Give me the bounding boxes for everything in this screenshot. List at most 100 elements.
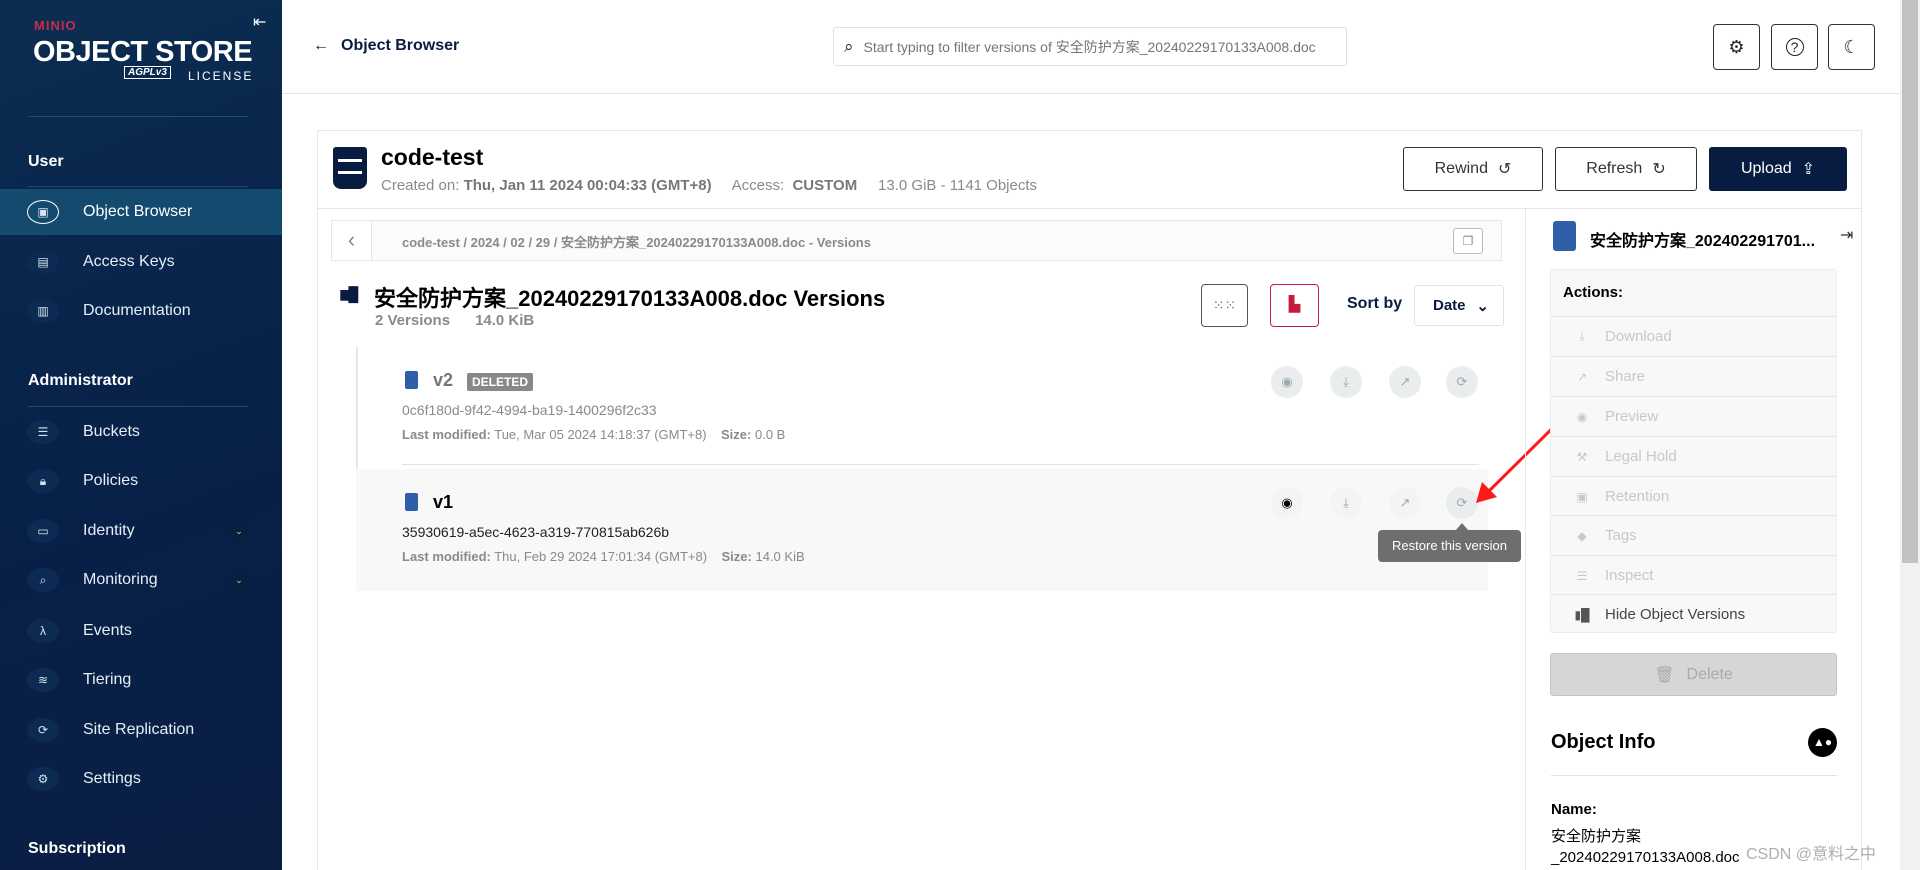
sidebar-item-tiering[interactable]: ≋ Tiering <box>0 657 282 703</box>
share-icon: ↗ <box>1576 369 1588 384</box>
version-id: 0c6f180d-9f42-4994-ba19-1400296f2c33 <box>402 402 657 418</box>
action-inspect[interactable]: ☰ Inspect <box>1551 555 1836 595</box>
object-info-title: Object Info <box>1551 731 1656 753</box>
created-value: Thu, Jan 11 2024 00:04:33 (GMT+8) <box>463 177 712 194</box>
restore-version-button[interactable]: ⟳ <box>1446 487 1478 519</box>
share-icon: ↗ <box>1399 495 1411 510</box>
sidebar-item-label: Tiering <box>83 671 132 688</box>
sidebar-item-label: Monitoring <box>83 571 158 588</box>
versions-title: 安全防护方案_20240229170133A008.doc Versions <box>374 286 886 311</box>
search-input[interactable] <box>863 38 1346 55</box>
sidebar-item-access-keys[interactable]: ▤ Access Keys <box>0 239 282 285</box>
action-tags[interactable]: ◆ Tags <box>1551 515 1836 555</box>
panel-file-name: 安全防护方案_202402291701... <box>1590 233 1816 250</box>
close-panel-icon[interactable]: ⇥ <box>1840 225 1853 245</box>
bucket-usage: 13.0 GiB - 1141 Objects <box>878 177 1038 194</box>
inspect-icon: ☰ <box>1576 568 1588 583</box>
divider <box>317 208 1862 209</box>
sidebar-item-settings[interactable]: ⚙ Settings <box>0 756 282 802</box>
preview-version-button[interactable]: ◉ <box>1271 366 1303 398</box>
monitoring-icon: ⌕ <box>27 568 59 592</box>
copy-path-icon[interactable]: ❐ <box>1453 228 1483 254</box>
action-label: Retention <box>1605 488 1670 505</box>
dark-mode-button[interactable]: ☾ <box>1828 24 1875 70</box>
identity-icon: ▭ <box>27 519 59 543</box>
sidebar-item-policies[interactable]: 🔒︎ Policies <box>0 458 282 504</box>
scrollbar-track[interactable] <box>1900 0 1920 870</box>
back-label: Object Browser <box>341 37 460 54</box>
sidebar-item-label: Site Replication <box>83 721 195 738</box>
upload-button[interactable]: Upload ⇪ <box>1709 147 1847 191</box>
sidebar-item-documentation[interactable]: ▥ Documentation <box>0 288 282 334</box>
help-button[interactable]: ? <box>1771 24 1818 70</box>
sidebar-item-label: Events <box>83 622 132 639</box>
action-retention[interactable]: ▣ Retention <box>1551 476 1836 516</box>
version-name: v2 <box>433 370 454 390</box>
file-doc-icon <box>1553 221 1576 251</box>
action-preview[interactable]: ◉ Preview <box>1551 396 1836 436</box>
download-version-button[interactable]: ⤓ <box>1330 487 1362 519</box>
select-multiple-button[interactable]: ⁙⁙ <box>1201 284 1248 327</box>
sidebar-item-object-browser[interactable]: ▣ Object Browser <box>0 189 282 235</box>
delete-button[interactable]: 🗑︎ Delete <box>1550 653 1837 696</box>
tooltip-arrow <box>1456 523 1468 530</box>
refresh-button[interactable]: Refresh ↻ <box>1555 147 1697 191</box>
section-administrator: Administrator <box>28 372 133 389</box>
versions-size: 14.0 KiB <box>475 312 535 329</box>
versions-summary: 2 Versions 14.0 KiB <box>375 312 534 329</box>
delete-non-current-button[interactable]: ▙ <box>1270 284 1319 327</box>
share-version-button[interactable]: ↗ <box>1389 366 1421 398</box>
scrollbar-thumb[interactable] <box>1902 0 1918 563</box>
sidebar-item-events[interactable]: λ Events <box>0 608 282 654</box>
versions-count: 2 Versions <box>375 312 451 329</box>
actions-label: Actions: <box>1563 284 1623 301</box>
action-download[interactable]: ⤓ Download <box>1551 316 1836 356</box>
trash-icon: 🗑︎ <box>1654 666 1675 684</box>
action-share[interactable]: ↗ Share <box>1551 356 1836 396</box>
sidebar-item-site-replication[interactable]: ⟳ Site Replication <box>0 707 282 753</box>
section-subscription: Subscription <box>28 840 126 857</box>
sidebar-item-buckets[interactable]: ☰ Buckets <box>0 409 282 455</box>
policies-icon: 🔒︎ <box>27 469 59 493</box>
chevron-down-icon[interactable]: ⌄ <box>230 524 248 538</box>
chevron-down-icon[interactable]: ⌄ <box>230 573 248 587</box>
collapse-sidebar-icon[interactable]: ⇤ <box>253 12 266 32</box>
share-icon: ↗ <box>1399 374 1411 389</box>
file-doc-icon <box>405 371 418 389</box>
gear-icon: ⚙ <box>1728 36 1745 57</box>
lambda-icon: λ <box>27 619 59 643</box>
settings-button[interactable]: ⚙ <box>1713 24 1760 70</box>
breadcrumb-path[interactable]: code-test / 2024 / 02 / 29 / 安全防护方案_2024… <box>402 232 871 251</box>
breadcrumb: ‹ code-test / 2024 / 02 / 29 / 安全防护方案_20… <box>331 220 1502 261</box>
logo-license-badge: AGPLv3 <box>124 66 171 79</box>
action-label: Preview <box>1605 408 1659 425</box>
preview-version-button[interactable]: ◉ <box>1271 487 1303 519</box>
download-version-button[interactable]: ⤓ <box>1330 366 1362 398</box>
search-icon: ⌕ <box>844 36 854 56</box>
created-label: Created on: <box>381 177 460 194</box>
download-icon: ⤓ <box>1343 495 1349 510</box>
upload-label: Upload <box>1740 160 1792 177</box>
versions-icon: ▮█ <box>1574 607 1590 622</box>
sort-select[interactable]: Date ⌄ <box>1414 285 1504 326</box>
sidebar-item-monitoring[interactable]: ⌕ Monitoring ⌄ <box>0 557 282 603</box>
chevron-down-icon: ⌄ <box>1476 297 1489 315</box>
back-to-object-browser[interactable]: ← Object Browser <box>313 37 459 55</box>
action-hide-object-versions[interactable]: ▮█ Hide Object Versions <box>1551 594 1836 634</box>
watermark: CSDN @意料之中 <box>1746 846 1877 863</box>
bucket-icon <box>333 147 367 189</box>
access-keys-icon: ▤ <box>27 250 59 274</box>
moon-icon: ☾ <box>1843 36 1860 57</box>
version-meta: Last modified: Thu, Feb 29 2024 17:01:34… <box>402 549 805 564</box>
restore-tooltip: Restore this version <box>1378 530 1521 562</box>
rewind-button[interactable]: Rewind ↺ <box>1403 147 1543 191</box>
sidebar-item-identity[interactable]: ▭ Identity ⌄ <box>0 508 282 554</box>
share-version-button[interactable]: ↗ <box>1389 487 1421 519</box>
action-label: Share <box>1605 368 1646 385</box>
filter-versions-search[interactable]: ⌕ <box>833 27 1347 66</box>
metadata-shapes-icon[interactable]: ▲● <box>1808 728 1837 757</box>
download-icon: ⤓ <box>1579 329 1585 343</box>
breadcrumb-back-chevron-icon[interactable]: ‹ <box>332 221 372 260</box>
restore-version-button[interactable]: ⟳ <box>1446 366 1478 398</box>
action-legal-hold[interactable]: ⚒ Legal Hold <box>1551 436 1836 476</box>
